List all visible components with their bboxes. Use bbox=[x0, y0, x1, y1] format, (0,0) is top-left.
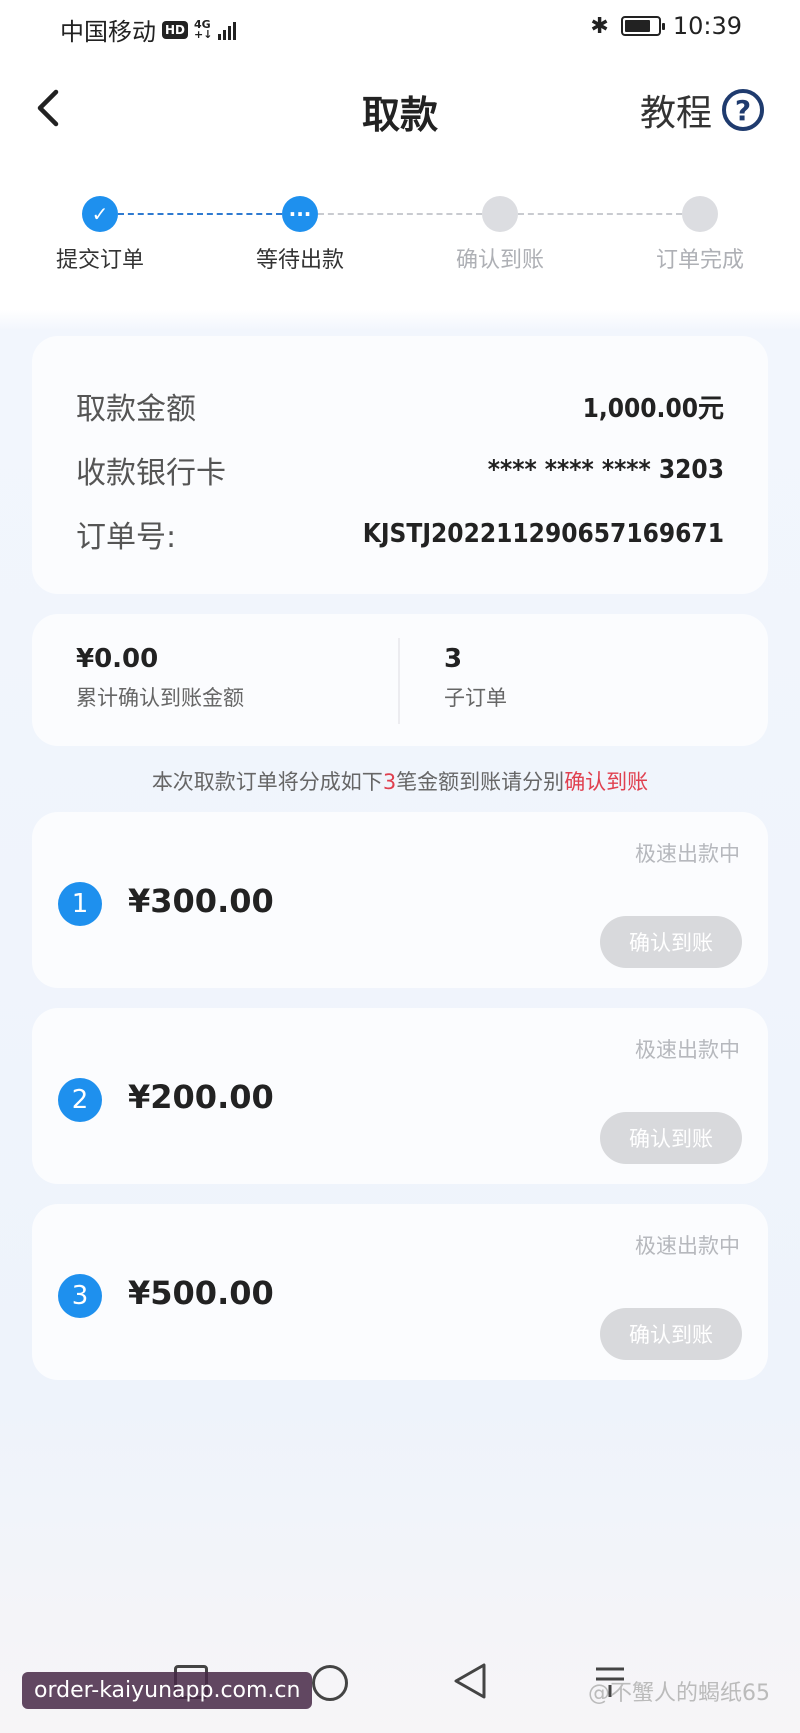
notice-count: 3 bbox=[382, 770, 397, 794]
network-activity-label: +↓ bbox=[194, 27, 213, 41]
confirm-receipt-button[interactable]: 确认到账 bbox=[600, 916, 742, 968]
order-status: 极速出款中 bbox=[635, 1234, 740, 1258]
bank-card-label: 收款银行卡 bbox=[76, 456, 226, 491]
step-label: 订单完成 bbox=[655, 248, 744, 273]
order-amount: ¥500.00 bbox=[128, 1274, 274, 1312]
hd-icon: HD bbox=[162, 20, 189, 39]
ellipsis-icon: ··· bbox=[282, 196, 318, 232]
notice-prefix: 本次取款订单将分成如下 bbox=[151, 770, 383, 794]
amount-row: 取款金额 1,000.00元 bbox=[76, 384, 724, 428]
step-connector bbox=[118, 213, 282, 215]
battery-icon bbox=[620, 16, 665, 36]
bluetooth-icon: ✱ bbox=[590, 13, 609, 39]
order-status: 极速出款中 bbox=[635, 1038, 740, 1062]
tutorial-label: 教程 bbox=[639, 93, 712, 134]
step-complete: 订单完成 bbox=[600, 196, 800, 274]
carrier-name: 中国移动 bbox=[60, 18, 156, 46]
nav-bar: 取款 教程 ? bbox=[0, 70, 800, 146]
order-number-row: 订单号: KJSTJ20221129065716967​1 bbox=[76, 512, 724, 556]
order-index-badge: 3 bbox=[58, 1274, 102, 1318]
step-connector bbox=[518, 213, 682, 215]
help-icon: ? bbox=[722, 89, 764, 131]
order-number-value[interactable]: KJSTJ20221129065716967​1 bbox=[363, 519, 724, 549]
status-left: 中国移动 HD 4G +↓ bbox=[60, 12, 237, 47]
order-index-badge: 2 bbox=[58, 1078, 102, 1122]
step-label: 提交订单 bbox=[55, 248, 144, 273]
back-triangle-icon[interactable] bbox=[452, 1661, 488, 1705]
amount-label: 取款金额 bbox=[76, 392, 196, 427]
confirmed-amount: ¥0.00 累计确认到账金额 bbox=[76, 644, 244, 712]
battery-level bbox=[624, 20, 651, 32]
status-bar: 中国移动 HD 4G +↓ ✱ 10:39 bbox=[0, 0, 800, 56]
pending-dot-icon bbox=[682, 196, 718, 232]
order-index-badge: 1 bbox=[58, 882, 102, 926]
progress-steps: ✓ 提交订单 ··· 等待出款 确认到账 订单完成 bbox=[0, 196, 800, 273]
weibo-watermark: @不蟹人的蝎纸65 bbox=[588, 1681, 770, 1706]
sub-order-card: 极速出款中 1 ¥300.00 确认到账 bbox=[32, 812, 768, 988]
confirm-receipt-button[interactable]: 确认到账 bbox=[600, 1112, 742, 1164]
signal-icon bbox=[218, 20, 237, 40]
network-type-icon: 4G +↓ bbox=[194, 19, 213, 41]
split-notice: 本次取款订单将分成如下3笔金额到账请分别确认到账 bbox=[0, 766, 800, 796]
order-status: 极速出款中 bbox=[635, 842, 740, 866]
tutorial-button[interactable]: 教程 ? bbox=[640, 84, 764, 136]
notice-highlight: 确认到账 bbox=[564, 770, 649, 794]
sub-order-card: 极速出款中 2 ¥200.00 确认到账 bbox=[32, 1008, 768, 1184]
notice-middle: 笔金额到账请分别 bbox=[396, 770, 565, 794]
amount-value: 1,000.00元 bbox=[582, 393, 724, 424]
clock: 10:39 bbox=[672, 12, 742, 40]
step-label: 确认到账 bbox=[455, 248, 544, 273]
step-label: 等待出款 bbox=[255, 248, 344, 273]
order-amount: ¥300.00 bbox=[128, 882, 274, 920]
divider bbox=[398, 638, 400, 724]
confirmed-amount-value: ¥0.00 bbox=[76, 644, 159, 674]
system-nav-bar: order-kaiyunapp.com.cn @不蟹人的蝎纸65 bbox=[0, 1643, 800, 1733]
confirm-receipt-button[interactable]: 确认到账 bbox=[600, 1308, 742, 1360]
status-right: ✱ 10:39 bbox=[590, 12, 742, 40]
sub-orders: 3 子订单 bbox=[444, 644, 507, 712]
confirmed-amount-label: 累计确认到账金额 bbox=[76, 686, 244, 710]
withdrawal-info-card: 取款金额 1,000.00元 收款银行卡 **** **** **** 3203… bbox=[32, 336, 768, 594]
step-confirm: 确认到账 bbox=[400, 196, 600, 274]
step-submit: ✓ 提交订单 bbox=[0, 196, 200, 274]
bank-card-value: **** **** **** 3203 bbox=[487, 455, 724, 485]
check-icon: ✓ bbox=[82, 196, 118, 232]
step-waiting: ··· 等待出款 bbox=[200, 196, 400, 274]
step-connector bbox=[318, 213, 482, 215]
pending-dot-icon bbox=[482, 196, 518, 232]
sub-orders-value: 3 bbox=[444, 644, 463, 674]
sub-order-card: 极速出款中 3 ¥500.00 确认到账 bbox=[32, 1204, 768, 1380]
order-number-label: 订单号: bbox=[76, 520, 177, 555]
order-amount: ¥200.00 bbox=[128, 1078, 274, 1116]
bank-card-row: 收款银行卡 **** **** **** 3203 bbox=[76, 448, 724, 492]
summary-card: ¥0.00 累计确认到账金额 3 子订单 bbox=[32, 614, 768, 746]
home-icon[interactable] bbox=[312, 1665, 348, 1701]
sub-orders-label: 子订单 bbox=[444, 686, 507, 710]
url-watermark: order-kaiyunapp.com.cn bbox=[22, 1672, 313, 1709]
